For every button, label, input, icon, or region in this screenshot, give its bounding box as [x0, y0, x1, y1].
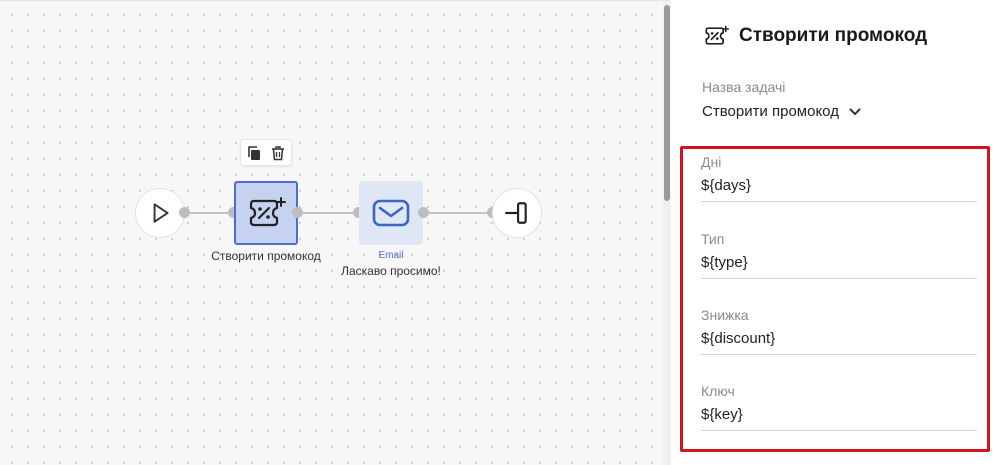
promo-code-node[interactable]	[234, 181, 298, 245]
panel-title: Створити промокод	[739, 25, 928, 46]
node-toolbar	[240, 139, 292, 166]
email-node-label: Ласкаво просимо!	[341, 264, 441, 278]
highlight-box	[680, 146, 990, 452]
end-node[interactable]	[492, 188, 542, 238]
promo-node-label: Створити промокод	[211, 249, 321, 263]
email-output-port[interactable]	[418, 207, 429, 218]
task-name-select[interactable]: Створити промокод	[702, 103, 861, 120]
workflow-canvas[interactable]: Створити промокод Email Ласкаво просимо!	[0, 0, 671, 465]
copy-button[interactable]	[245, 144, 263, 162]
canvas-scrollbar[interactable]	[663, 1, 671, 465]
canvas-scroll-thumb[interactable]	[664, 5, 670, 201]
task-name-label: Назва задачі	[702, 79, 786, 95]
start-output-port[interactable]	[179, 207, 190, 218]
play-icon	[153, 203, 169, 223]
node-connections	[185, 212, 492, 214]
email-node[interactable]	[359, 181, 423, 245]
promo-code-icon	[249, 197, 286, 227]
panel-header: Створити промокод	[703, 24, 927, 48]
trash-icon	[272, 145, 284, 160]
envelope-icon	[372, 199, 410, 227]
email-node-type: Email	[378, 250, 404, 261]
exit-icon	[505, 202, 527, 224]
promo-output-port[interactable]	[292, 207, 303, 218]
task-name-value: Створити промокод	[702, 103, 839, 120]
start-node[interactable]	[135, 188, 185, 238]
delete-button[interactable]	[269, 144, 287, 162]
copy-icon	[248, 145, 260, 160]
chevron-down-icon	[849, 108, 861, 115]
promo-code-icon	[705, 25, 729, 45]
